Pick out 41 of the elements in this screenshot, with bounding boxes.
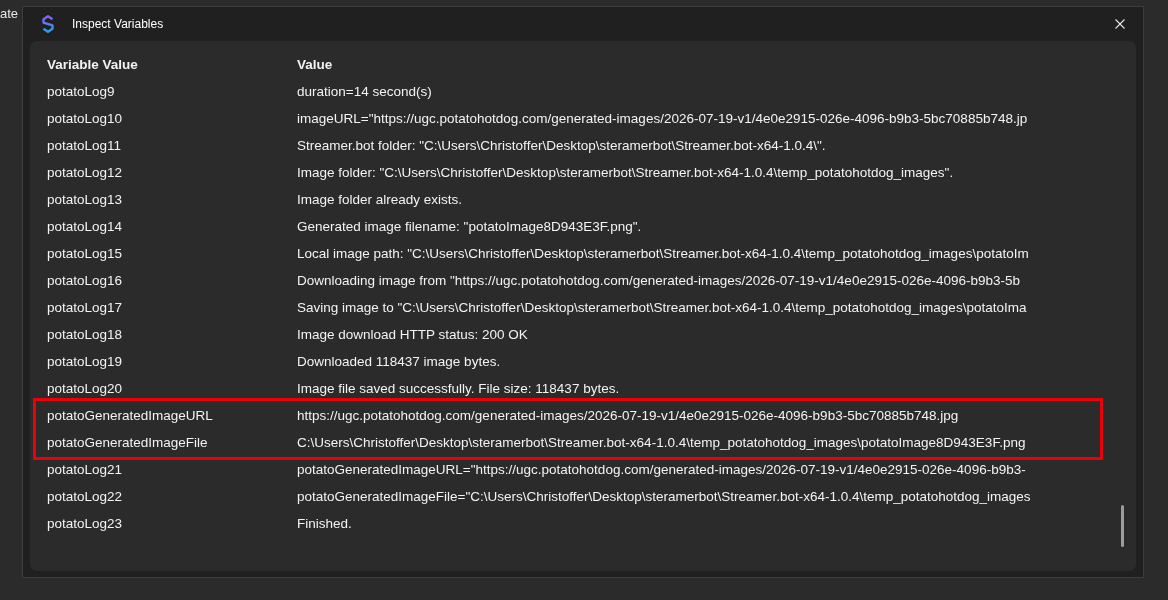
variable-value: imageURL="https://ugc.potatohotdog.com/generated-images/2026-07-19-v1/4e0e2915-026e-4096-b9b3-5bc70885b748.jp [297, 111, 1028, 126]
variable-value: Image folder: "C:\Users\Christoffer\Desktop\steramerbot\Streamer.bot-x64-1.0.4\temp_potatohotdog_images". [297, 165, 954, 180]
variable-name: potatoLog22 [47, 489, 124, 504]
variable-value: Image file saved successfully. File size: 118437 bytes. [297, 381, 620, 396]
variable-name: potatoLog21 [47, 462, 124, 477]
variable-name: potatoLog12 [47, 165, 124, 180]
variable-name: potatoLog19 [47, 354, 124, 369]
variable-name: potatoLog9 [47, 84, 116, 99]
variable-name: potatoLog23 [47, 516, 124, 531]
variable-name: potatoLog20 [47, 381, 124, 396]
variable-name: potatoLog14 [47, 219, 124, 234]
app-logo-icon [40, 15, 56, 33]
column-header: Value [297, 57, 333, 72]
variable-value: Downloading image from "https://ugc.potatohotdog.com/generated-images/2026-07-19-v1/4e0e2915-026e-4096-b9b3-5b [297, 273, 1021, 288]
background-text: ate [0, 6, 19, 21]
variable-name: potatoGeneratedImageURL [47, 408, 214, 423]
variable-name: potatoLog11 [47, 138, 123, 153]
variable-value: Saving image to "C:\Users\Christoffer\Desktop\steramerbot\Streamer.bot-x64-1.0.4\temp_potatohotdog_images\potatoIma [297, 300, 1027, 315]
variable-name: potatoLog13 [47, 192, 124, 207]
variable-value: Image download HTTP status: 200 OK [297, 327, 528, 342]
variable-value: Local image path: "C:\Users\Christoffer\Desktop\steramerbot\Streamer.bot-x64-1.0.4\temp_potatohotdog_images\potatoIm [297, 246, 1029, 261]
column-header: Variable Value [47, 57, 139, 72]
variable-value: Downloaded 118437 image bytes. [297, 354, 501, 369]
variable-name: potatoLog18 [47, 327, 124, 342]
variable-name: potatoGeneratedImageFile [47, 435, 209, 450]
variable-value: duration=14 second(s) [297, 84, 432, 99]
scrollbar-thumb[interactable] [1121, 505, 1124, 547]
variable-value: Finished. [297, 516, 352, 531]
variable-value: https://ugc.potatohotdog.com/generated-images/2026-07-19-v1/4e0e2915-026e-4096-b9b3-5bc70885b748.jpg [297, 408, 959, 423]
variable-value: potatoGeneratedImageFile="C:\Users\Christoffer\Desktop\steramerbot\Streamer.bot-x64-1.0.4\temp_potatohotdog_images [297, 489, 1031, 504]
variable-value: Generated image filename: "potatoImage8D943E3F.png". [297, 219, 642, 234]
close-icon [1115, 19, 1125, 29]
variable-value: C:\Users\Christoffer\Desktop\steramerbot\Streamer.bot-x64-1.0.4\temp_potatohotdog_images\potatoImage8D943E3F.png [297, 435, 1026, 450]
variable-value: Image folder already exists. [297, 192, 463, 207]
variable-name: potatoLog16 [47, 273, 124, 288]
variable-value: potatoGeneratedImageURL="https://ugc.potatohotdog.com/generated-images/2026-07-19-v1/4e0e2915-026e-4096-b9b3- [297, 462, 1026, 477]
variable-value: Streamer.bot folder: "C:\Users\Christoffer\Desktop\steramerbot\Streamer.bot-x64-1.0.4\". [297, 138, 826, 153]
variable-name: potatoLog15 [47, 246, 124, 261]
variable-name: potatoLog17 [47, 300, 124, 315]
variable-name: potatoLog10 [47, 111, 124, 126]
window-title: Inspect Variables [72, 17, 165, 31]
